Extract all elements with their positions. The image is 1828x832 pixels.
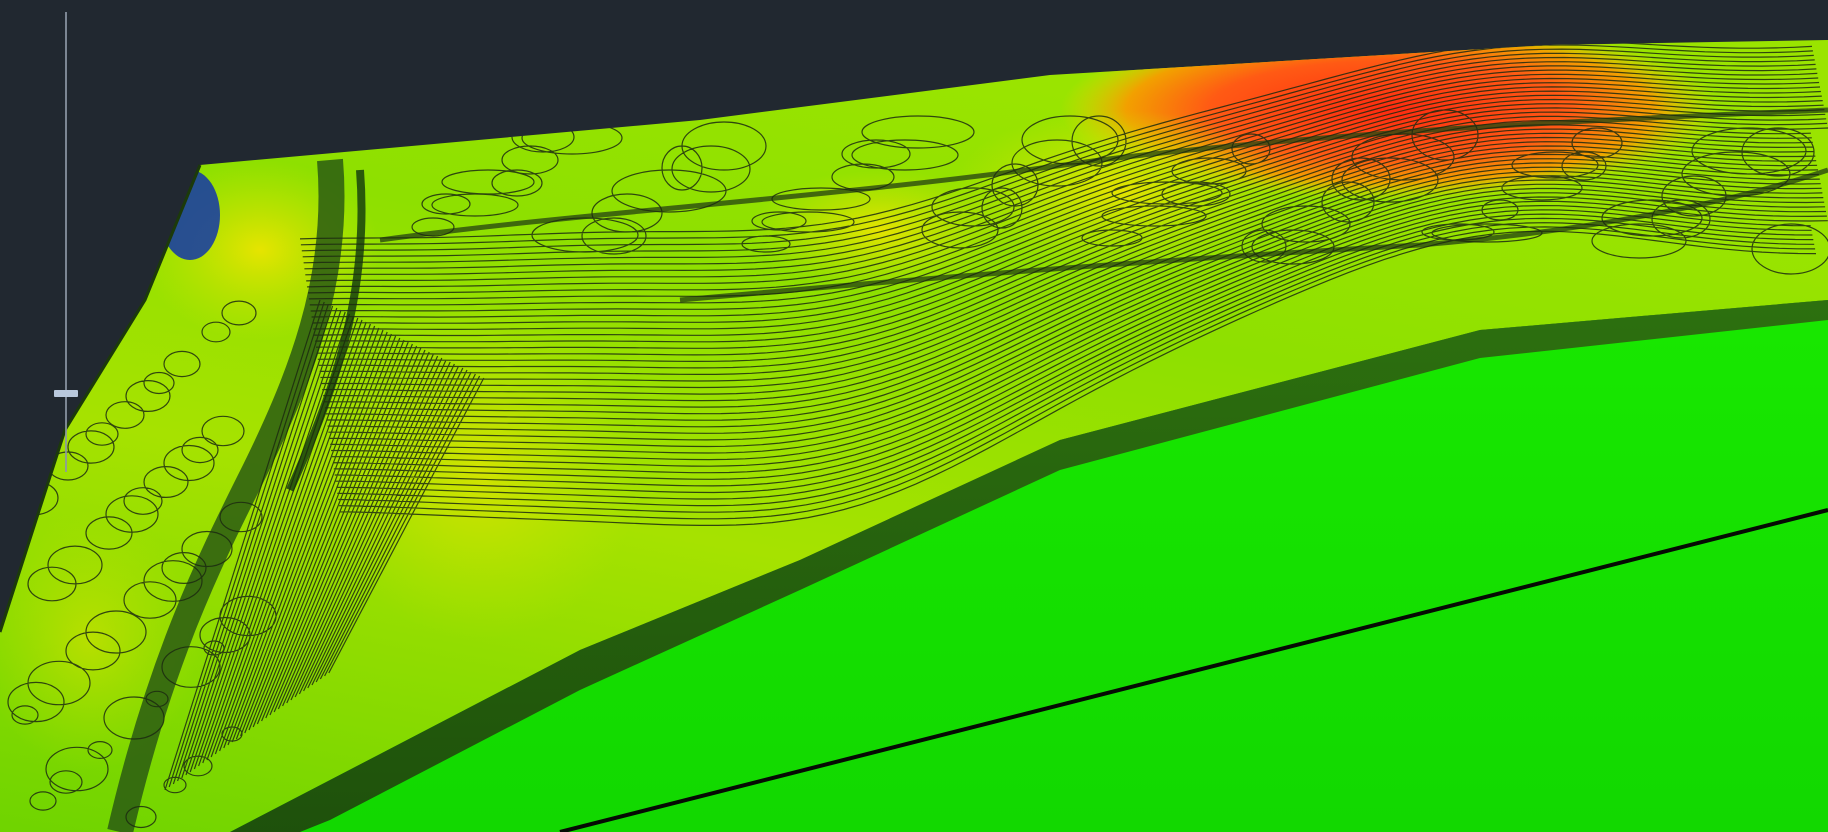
slider-handle-icon[interactable]	[54, 390, 78, 397]
slider-track[interactable]	[65, 12, 67, 472]
terrain-scene[interactable]	[0, 0, 1828, 832]
elevation-slider[interactable]	[50, 12, 82, 472]
3d-terrain-viewport[interactable]	[0, 0, 1828, 832]
